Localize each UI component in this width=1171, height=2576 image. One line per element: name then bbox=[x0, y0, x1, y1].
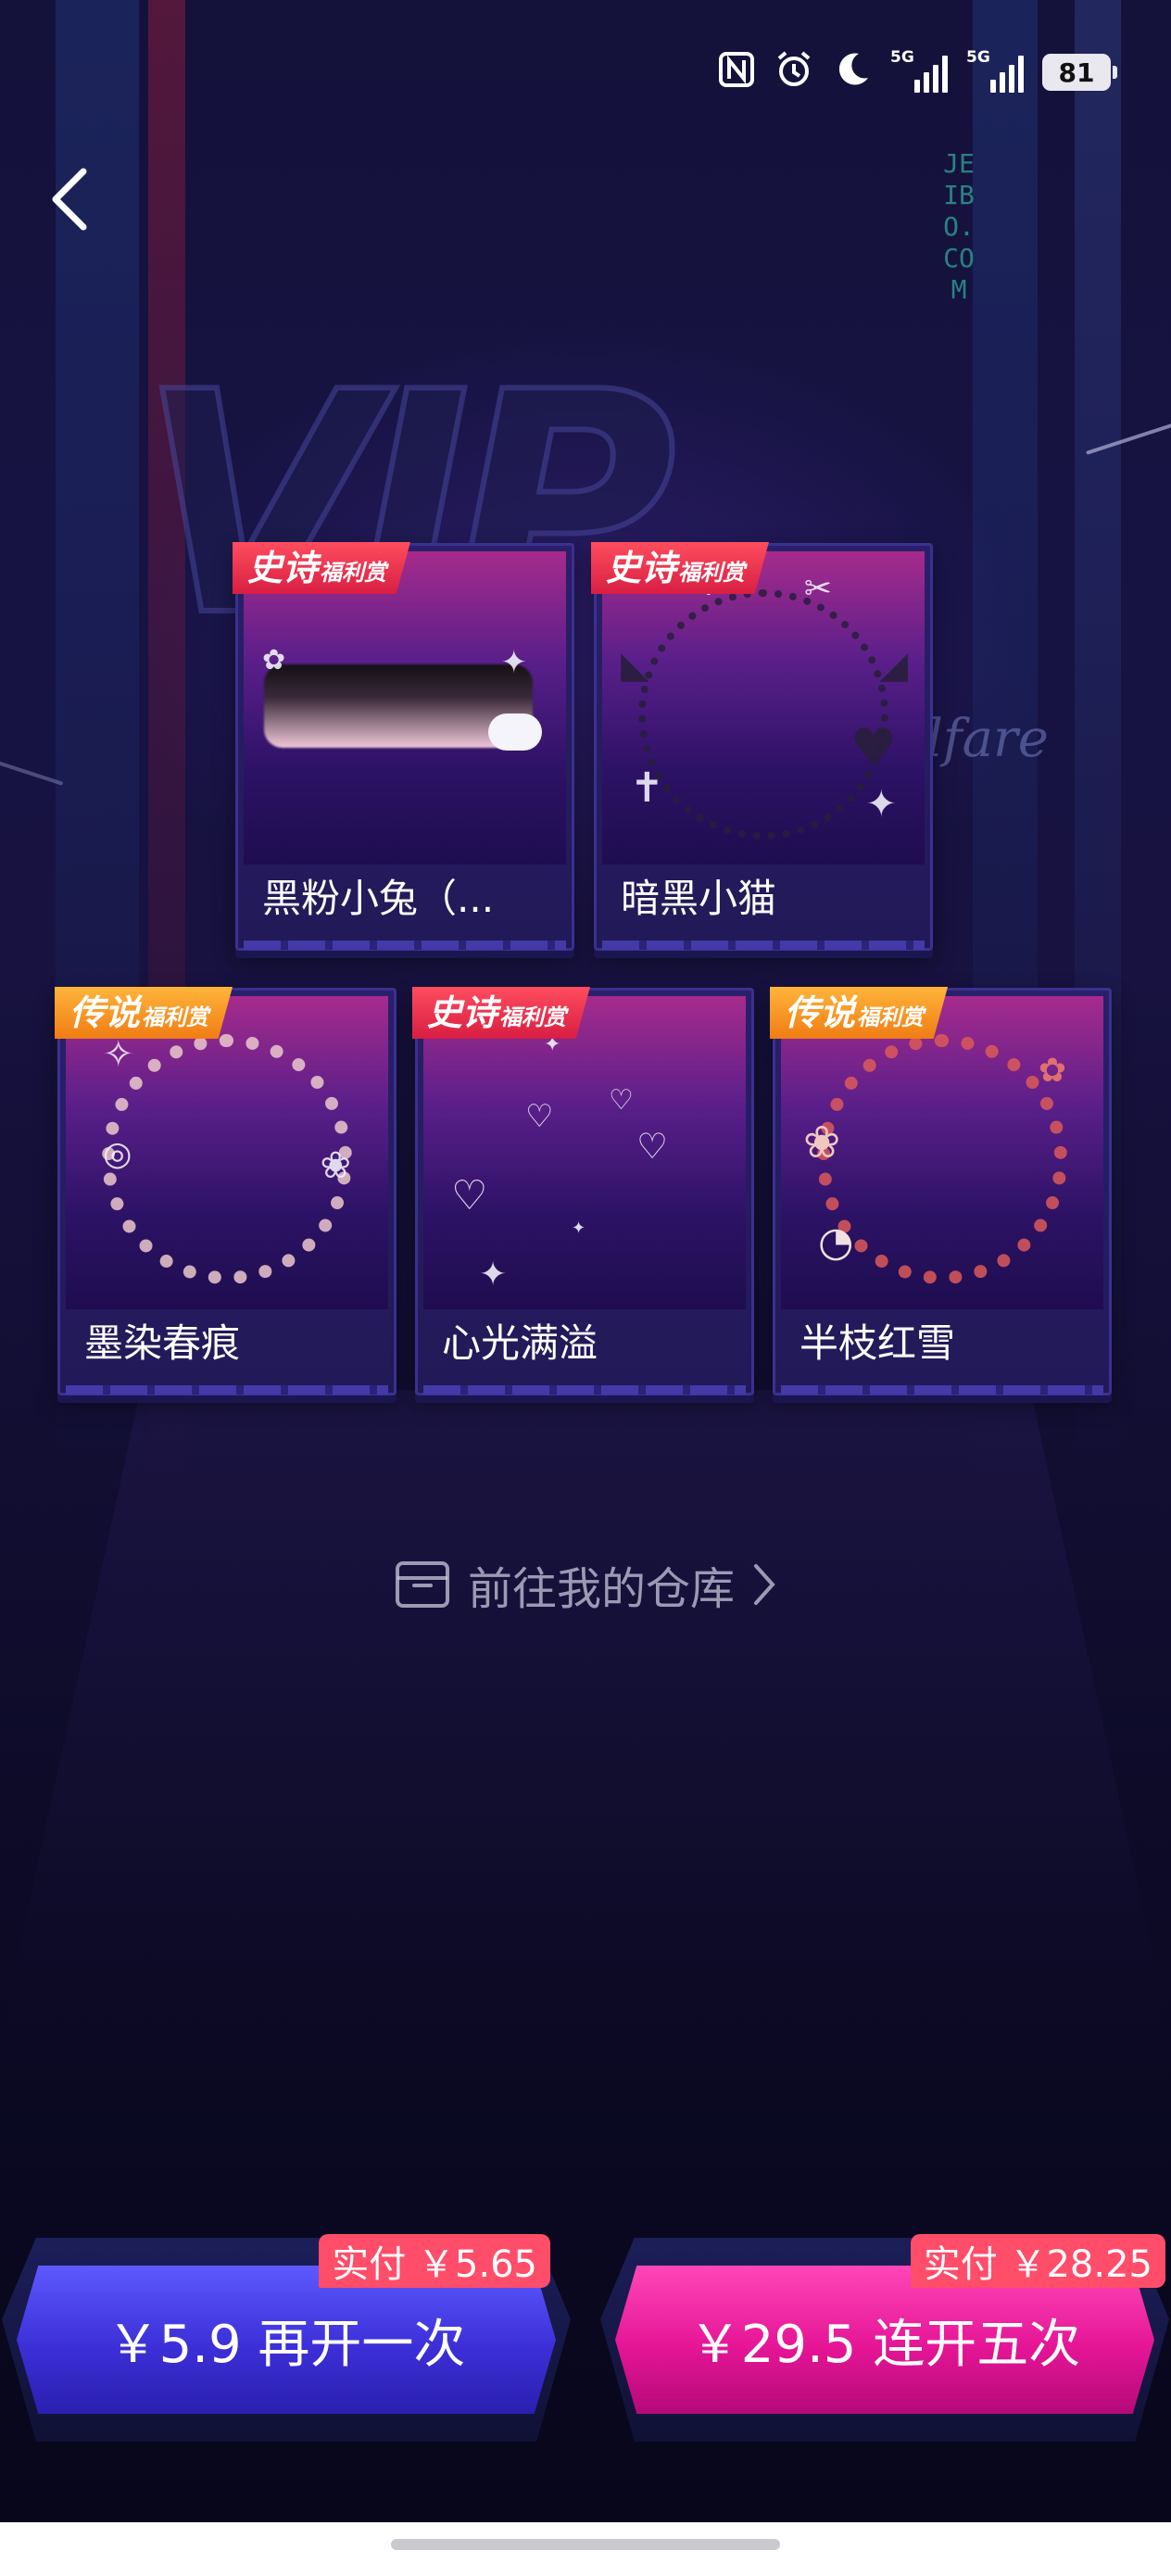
status-bar: 5G 5G 81 bbox=[718, 46, 1117, 98]
alarm-icon bbox=[774, 49, 814, 95]
neon-vertical-text: JEIBO.COM bbox=[943, 148, 975, 305]
box-icon bbox=[395, 1561, 449, 1608]
go-to-warehouse-link[interactable]: 前往我的仓库 bbox=[0, 1549, 1171, 1620]
home-indicator[interactable] bbox=[391, 2539, 780, 2550]
open-once-button[interactable]: ￥5.9 再开一次 bbox=[17, 2266, 556, 2414]
reward-card-1[interactable]: ◣ ◢ ♥ ✝ ✦ ✂ ✂ 史诗福利赏 暗黑小猫 bbox=[591, 542, 933, 951]
reward-name: 墨染春痕 bbox=[84, 1320, 241, 1366]
tier-badge: 史诗 福利赏 bbox=[412, 987, 591, 1039]
reward-card-2[interactable]: ✧ ◎ ❀ 传说 福利赏 墨染春痕 bbox=[55, 987, 397, 1395]
reward-card-image: ♡ ♡ ♡ ♡ ✦ ✦ ✦ bbox=[423, 996, 746, 1309]
reward-card-4[interactable]: ❀ ◔ ✿ 传说 福利赏 半枝红雪 bbox=[770, 987, 1112, 1395]
open-five-container: 实付 ￥28.25 ￥29.5 连开五次 bbox=[600, 2234, 1169, 2442]
reward-card-image: ❀ ◔ ✿ bbox=[781, 996, 1103, 1309]
background-script-text: lfare bbox=[926, 709, 1049, 769]
tier-badge: 史诗 福利赏 bbox=[591, 542, 770, 594]
tier-badge: 传说 福利赏 bbox=[55, 987, 233, 1039]
open-five-label: ￥29.5 连开五次 bbox=[688, 2314, 1081, 2375]
reward-name: 半枝红雪 bbox=[800, 1320, 956, 1366]
signal-strength-1: 5G bbox=[890, 48, 948, 93]
nfc-icon bbox=[718, 51, 755, 94]
reward-card-image: ✿ ✦ bbox=[244, 551, 566, 865]
warehouse-link-label: 前往我的仓库 bbox=[467, 1563, 735, 1615]
signal-strength-2: 5G bbox=[966, 48, 1024, 93]
actual-price-tag: 实付 ￥28.25 bbox=[910, 2234, 1165, 2288]
actual-price-tag: 实付 ￥5.65 bbox=[319, 2234, 550, 2288]
moon-icon bbox=[833, 50, 872, 95]
reward-name: 黑粉小兔（... bbox=[262, 876, 495, 921]
back-button[interactable] bbox=[31, 158, 106, 241]
reward-card-3[interactable]: ♡ ♡ ♡ ♡ ✦ ✦ ✦ 史诗 福利赏 心光满溢 bbox=[412, 987, 754, 1395]
chevron-right-icon bbox=[754, 1564, 775, 1605]
reward-card-image: ◣ ◢ ♥ ✝ ✦ ✂ ✂ bbox=[602, 551, 925, 865]
reward-card-image: ✧ ◎ ❀ bbox=[66, 996, 388, 1309]
reward-name: 心光满溢 bbox=[442, 1320, 598, 1366]
chevron-left-icon bbox=[52, 168, 87, 231]
reward-name: 暗黑小猫 bbox=[621, 876, 777, 921]
reward-card-0[interactable]: ✿ ✦ 史诗 福利赏 黑粉小兔（... bbox=[233, 542, 574, 951]
battery-indicator: 81 bbox=[1042, 54, 1117, 91]
tier-badge: 传说 福利赏 bbox=[770, 987, 949, 1039]
open-five-button[interactable]: ￥29.5 连开五次 bbox=[615, 2266, 1154, 2414]
open-once-container: 实付 ￥5.65 ￥5.9 再开一次 bbox=[2, 2234, 571, 2442]
open-once-label: ￥5.9 再开一次 bbox=[107, 2314, 466, 2375]
tier-badge: 史诗 福利赏 bbox=[233, 542, 411, 594]
